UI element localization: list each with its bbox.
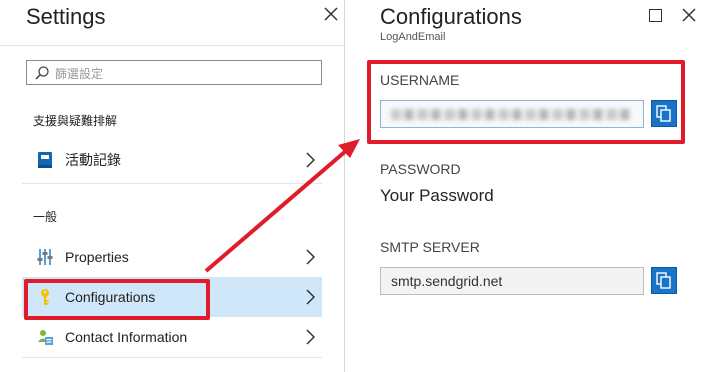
configurations-blade: Configurations LogAndEmail USERNAME PASS…	[352, 0, 702, 372]
smtp-server-field[interactable]: smtp.sendgrid.net	[380, 267, 644, 295]
search-icon	[35, 66, 49, 80]
header-divider	[0, 45, 344, 46]
properties-sliders-icon	[37, 249, 53, 265]
divider	[22, 183, 322, 184]
password-value: Your Password	[380, 186, 494, 205]
settings-title: Settings	[26, 4, 106, 29]
close-icon[interactable]	[323, 6, 339, 22]
configurations-title: Configurations	[380, 4, 522, 29]
divider	[22, 357, 322, 358]
book-icon	[38, 152, 52, 168]
contact-card-icon	[38, 330, 53, 345]
chevron-right-icon	[306, 329, 315, 345]
section-general: 一般	[33, 210, 58, 224]
menu-item-label: 活動記錄	[65, 152, 121, 168]
copy-smtp-button[interactable]	[651, 267, 677, 294]
section-support-troubleshooting: 支援與疑難排解	[33, 114, 118, 128]
annotation-highlight-username	[367, 60, 685, 144]
menu-item-activity-log[interactable]: 活動記錄	[22, 140, 322, 180]
filter-settings-input[interactable]: 篩選設定	[26, 60, 322, 85]
chevron-right-icon	[306, 152, 315, 168]
smtp-server-label: SMTP SERVER	[380, 239, 480, 255]
menu-item-contact-information[interactable]: Contact Information	[22, 317, 322, 357]
menu-item-label: Contact Information	[65, 329, 188, 345]
close-icon[interactable]	[682, 8, 696, 22]
password-label: PASSWORD	[380, 161, 461, 177]
filter-placeholder: 篩選設定	[55, 67, 104, 81]
chevron-right-icon	[306, 249, 315, 265]
menu-item-label: Properties	[65, 249, 129, 265]
configurations-subtitle: LogAndEmail	[380, 31, 446, 43]
menu-item-properties[interactable]: Properties	[22, 237, 322, 277]
chevron-right-icon	[306, 289, 315, 305]
maximize-icon[interactable]	[649, 9, 662, 22]
copy-icon	[656, 272, 671, 289]
annotation-highlight-configurations	[24, 279, 210, 320]
